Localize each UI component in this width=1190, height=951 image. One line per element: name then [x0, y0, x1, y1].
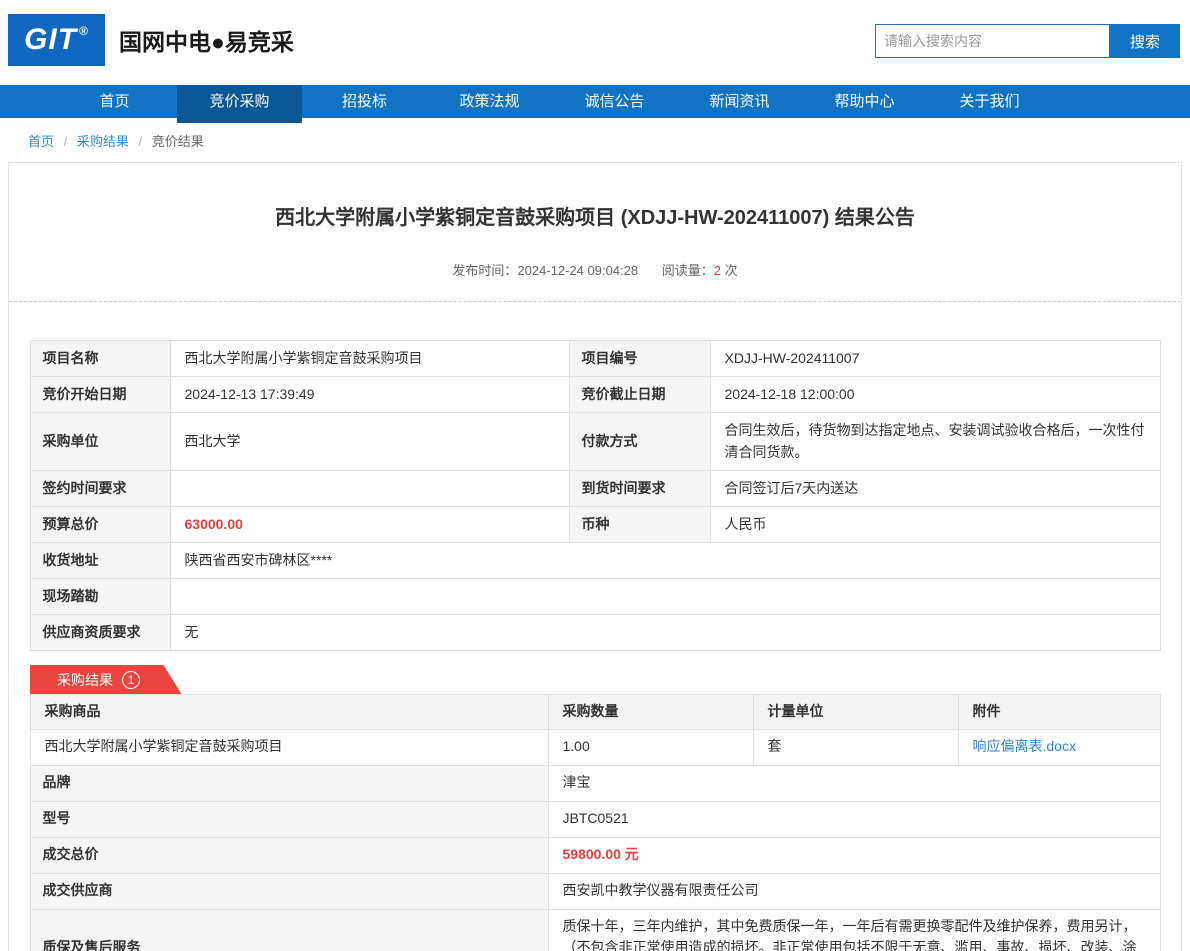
field-label: 成交总价	[30, 837, 548, 873]
breadcrumb-current: 竞价结果	[152, 134, 204, 149]
field-value: 西安凯中教学仪器有限责任公司	[548, 873, 1160, 909]
field-value: JBTC0521	[548, 801, 1160, 837]
publish-time-label: 发布时间：	[452, 263, 517, 278]
project-info-table: 项目名称 西北大学附属小学紫铜定音鼓采购项目 项目编号 XDJJ-HW-2024…	[30, 340, 1161, 651]
table-row: 质保及售后服务 质保十年，三年内维护，其中免费质保一年，一年后有需更换零配件及维…	[30, 909, 1160, 951]
page-title: 西北大学附属小学紫铜定音鼓采购项目 (XDJJ-HW-202411007) 结果…	[9, 201, 1181, 230]
announcement-panel: 西北大学附属小学紫铜定音鼓采购项目 (XDJJ-HW-202411007) 结果…	[8, 162, 1182, 951]
site-name: 国网中电●易竞采	[119, 23, 294, 57]
nav-item-integrity-notices[interactable]: 诚信公告	[552, 85, 677, 118]
field-value: 合同签订后7天内送达	[710, 471, 1160, 507]
table-row: 预算总价 63000.00 币种 人民币	[30, 507, 1160, 543]
field-value	[170, 471, 569, 507]
table-row: 西北大学附属小学紫铜定音鼓采购项目 1.00 套 响应偏离表.docx	[30, 729, 1160, 765]
field-value: 陕西省西安市碑林区****	[170, 543, 1160, 579]
field-label: 成交供应商	[30, 873, 548, 909]
product-name: 西北大学附属小学紫铜定音鼓采购项目	[30, 729, 548, 765]
field-label: 现场踏勘	[30, 579, 170, 615]
nav-item-tendering[interactable]: 招投标	[302, 85, 427, 118]
table-row: 成交总价 59800.00 元	[30, 837, 1160, 873]
field-value: 西北大学	[170, 413, 569, 471]
field-value: 2024-12-18 12:00:00	[710, 377, 1160, 413]
field-label: 项目名称	[30, 341, 170, 377]
field-label: 竞价开始日期	[30, 377, 170, 413]
column-header: 附件	[958, 695, 1160, 730]
top-header: GIT® 国网中电●易竞采 搜索	[0, 0, 1190, 85]
breadcrumb-separator: /	[64, 134, 68, 149]
breadcrumb-procurement-results[interactable]: 采购结果	[77, 134, 129, 149]
nav-item-bidding-procurement[interactable]: 竞价采购	[177, 85, 302, 123]
field-value: 无	[170, 615, 1160, 651]
field-label: 到货时间要求	[569, 471, 710, 507]
attachment-cell: 响应偏离表.docx	[958, 729, 1160, 765]
badge-number-icon: 1	[122, 671, 140, 689]
column-header: 采购数量	[548, 695, 753, 730]
result-badge: 采购结果 1	[30, 665, 182, 694]
budget-total-value: 63000.00	[170, 507, 569, 543]
publish-time-value: 2024-12-24 09:04:28	[517, 263, 638, 278]
field-label: 采购单位	[30, 413, 170, 471]
table-row: 供应商资质要求 无	[30, 615, 1160, 651]
field-label: 签约时间要求	[30, 471, 170, 507]
result-badge-label: 采购结果	[57, 670, 113, 690]
nav-item-home[interactable]: 首页	[52, 85, 177, 118]
field-label: 付款方式	[569, 413, 710, 471]
search-button[interactable]: 搜索	[1110, 24, 1180, 58]
attachment-link[interactable]: 响应偏离表.docx	[973, 738, 1076, 754]
field-label: 型号	[30, 801, 548, 837]
table-row: 收货地址 陕西省西安市碑林区****	[30, 543, 1160, 579]
field-label: 项目编号	[569, 341, 710, 377]
result-table-header: 采购商品 采购数量 计量单位 附件	[30, 695, 1160, 730]
field-label: 品牌	[30, 765, 548, 801]
divider	[9, 301, 1181, 302]
table-row: 采购单位 西北大学 付款方式 合同生效后，待货物到达指定地点、安装调试验收合格后…	[30, 413, 1160, 471]
field-label: 预算总价	[30, 507, 170, 543]
result-table: 采购商品 采购数量 计量单位 附件 西北大学附属小学紫铜定音鼓采购项目 1.00…	[30, 694, 1161, 951]
search-input[interactable]	[875, 24, 1110, 58]
field-value: 2024-12-13 17:39:49	[170, 377, 569, 413]
nav-item-about-us[interactable]: 关于我们	[927, 85, 1052, 118]
table-row: 签约时间要求 到货时间要求 合同签订后7天内送达	[30, 471, 1160, 507]
publish-info: 发布时间：2024-12-24 09:04:28 阅读量：2 次	[9, 260, 1181, 279]
column-header: 采购商品	[30, 695, 548, 730]
field-value	[170, 579, 1160, 615]
field-value: 质保十年，三年内维护，其中免费质保一年，一年后有需更换零配件及维护保养，费用另计…	[548, 909, 1160, 951]
views-count: 2	[714, 263, 721, 278]
breadcrumb-separator: /	[139, 134, 143, 149]
result-badge-row: 采购结果 1	[30, 665, 1161, 694]
table-row: 品牌 津宝	[30, 765, 1160, 801]
brand: GIT® 国网中电●易竞采	[8, 14, 294, 66]
product-quantity: 1.00	[548, 729, 753, 765]
field-value: 合同生效后，待货物到达指定地点、安装调试验收合格后，一次性付清合同货款。	[710, 413, 1160, 471]
search-area: 搜索	[875, 24, 1180, 58]
nav-item-news[interactable]: 新闻资讯	[677, 85, 802, 118]
logo-text: GIT	[24, 23, 77, 57]
field-label: 竞价截止日期	[569, 377, 710, 413]
deal-total-value: 59800.00 元	[548, 837, 1160, 873]
field-value: 西北大学附属小学紫铜定音鼓采购项目	[170, 341, 569, 377]
field-value: 津宝	[548, 765, 1160, 801]
field-label: 供应商资质要求	[30, 615, 170, 651]
site-logo[interactable]: GIT®	[8, 14, 105, 66]
views-label: 阅读量：	[662, 263, 714, 278]
field-label: 币种	[569, 507, 710, 543]
nav-item-help-center[interactable]: 帮助中心	[802, 85, 927, 118]
breadcrumb: 首页 / 采购结果 / 竞价结果	[28, 131, 1190, 150]
field-value: 人民币	[710, 507, 1160, 543]
table-row: 项目名称 西北大学附属小学紫铜定音鼓采购项目 项目编号 XDJJ-HW-2024…	[30, 341, 1160, 377]
main-nav: 首页 竞价采购 招投标 政策法规 诚信公告 新闻资讯 帮助中心 关于我们	[0, 85, 1190, 118]
product-unit: 套	[753, 729, 958, 765]
breadcrumb-home[interactable]: 首页	[28, 134, 54, 149]
column-header: 计量单位	[753, 695, 958, 730]
table-row: 现场踏勘	[30, 579, 1160, 615]
registered-mark-icon: ®	[79, 24, 89, 38]
views-unit: 次	[725, 263, 738, 278]
field-label: 收货地址	[30, 543, 170, 579]
table-row: 成交供应商 西安凯中教学仪器有限责任公司	[30, 873, 1160, 909]
field-label: 质保及售后服务	[30, 909, 548, 951]
nav-item-policies[interactable]: 政策法规	[427, 85, 552, 118]
table-row: 型号 JBTC0521	[30, 801, 1160, 837]
field-value: XDJJ-HW-202411007	[710, 341, 1160, 377]
table-row: 竞价开始日期 2024-12-13 17:39:49 竞价截止日期 2024-1…	[30, 377, 1160, 413]
